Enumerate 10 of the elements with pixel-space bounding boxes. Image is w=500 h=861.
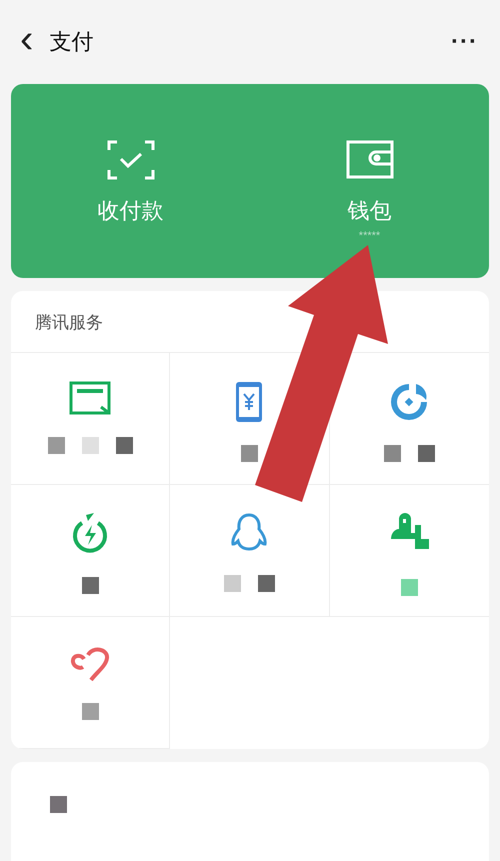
phone-yuan-icon (235, 381, 264, 423)
scan-check-icon (106, 140, 154, 180)
page-title: 支付 (49, 29, 94, 57)
penguin-icon (230, 513, 268, 553)
section-title: 腾讯服务 (34, 312, 104, 335)
wallet-icon (346, 140, 394, 180)
card-icon (69, 381, 112, 415)
more-button[interactable]: ··· (445, 28, 484, 56)
back-button[interactable]: ‹ (16, 19, 38, 65)
heart-icon (70, 645, 110, 681)
